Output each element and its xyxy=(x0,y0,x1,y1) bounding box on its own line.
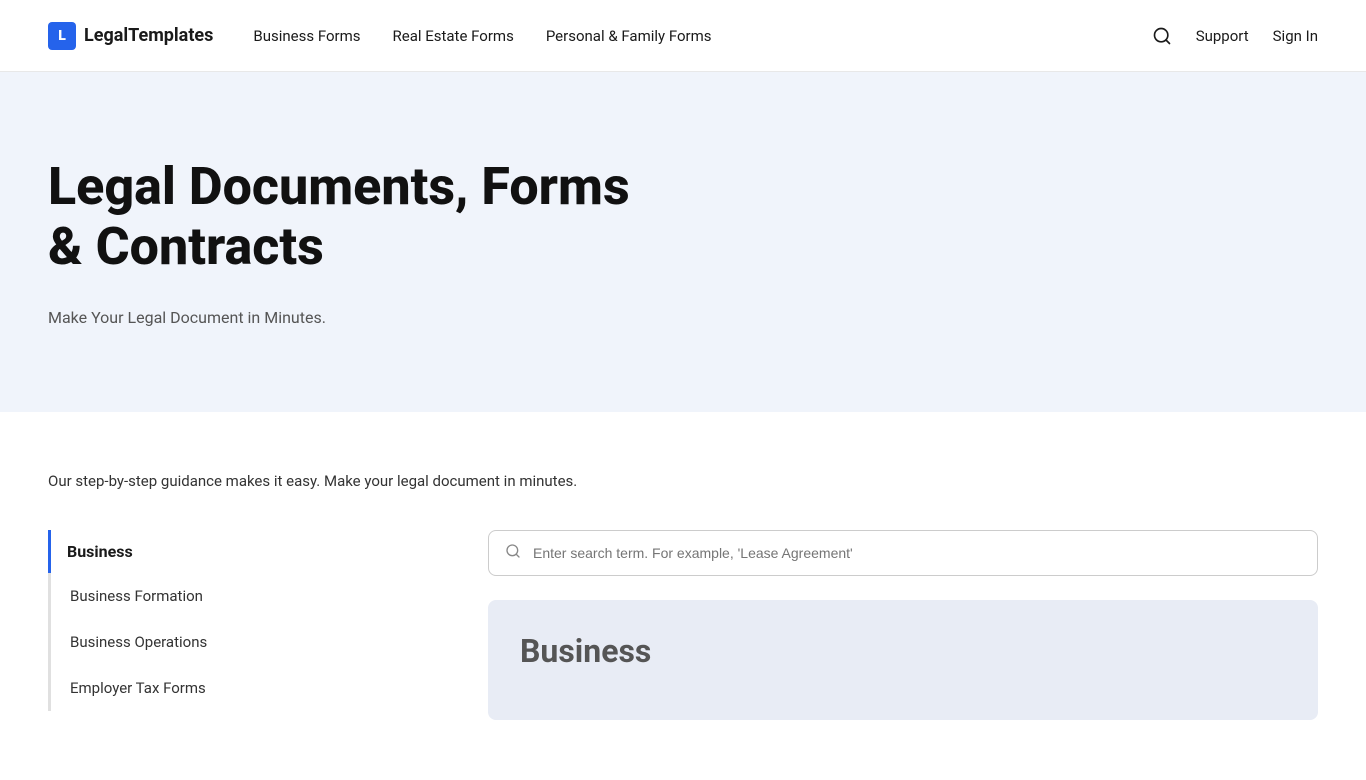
sidebar-item-business-operations[interactable]: Business Operations xyxy=(51,619,428,665)
search-input[interactable] xyxy=(533,545,1301,561)
nav-business-forms[interactable]: Business Forms xyxy=(253,27,360,45)
sidebar-active-category[interactable]: Business xyxy=(48,530,428,573)
business-card-title: Business xyxy=(520,632,1286,670)
content-layout: Business Business Formation Business Ope… xyxy=(48,530,1318,720)
business-card-preview: Business xyxy=(488,600,1318,720)
sidebar-item-business-formation[interactable]: Business Formation xyxy=(51,573,428,619)
sidebar-item-employer-tax-forms[interactable]: Employer Tax Forms xyxy=(51,665,428,711)
navbar: L LegalTemplates Business Forms Real Est… xyxy=(0,0,1366,72)
sidebar-category-label: Business xyxy=(67,542,133,561)
hero-title: Legal Documents, Forms & Contracts xyxy=(48,157,668,277)
brand-icon: L xyxy=(48,22,76,50)
support-link[interactable]: Support xyxy=(1196,27,1249,45)
search-icon-inner xyxy=(505,543,521,559)
main-content: Business xyxy=(488,530,1318,720)
search-container xyxy=(488,530,1318,576)
nav-personal-family-forms[interactable]: Personal & Family Forms xyxy=(546,27,712,45)
signin-link[interactable]: Sign In xyxy=(1273,27,1318,45)
brand-logo[interactable]: L LegalTemplates xyxy=(48,22,213,50)
sidebar-items-list: Business Formation Business Operations E… xyxy=(48,573,428,711)
search-icon xyxy=(1152,26,1172,46)
brand-name: LegalTemplates xyxy=(84,25,213,46)
hero-section: Legal Documents, Forms & Contracts Make … xyxy=(0,72,1366,412)
sidebar: Business Business Formation Business Ope… xyxy=(48,530,428,711)
navbar-nav: Business Forms Real Estate Forms Persona… xyxy=(253,27,1151,45)
search-bar-icon xyxy=(505,543,521,563)
content-intro: Our step-by-step guidance makes it easy.… xyxy=(48,472,1318,490)
search-button[interactable] xyxy=(1152,26,1172,46)
hero-subtitle: Make Your Legal Document in Minutes. xyxy=(48,308,1318,327)
content-section: Our step-by-step guidance makes it easy.… xyxy=(0,412,1366,780)
navbar-actions: Support Sign In xyxy=(1152,26,1318,46)
nav-real-estate-forms[interactable]: Real Estate Forms xyxy=(393,27,514,45)
